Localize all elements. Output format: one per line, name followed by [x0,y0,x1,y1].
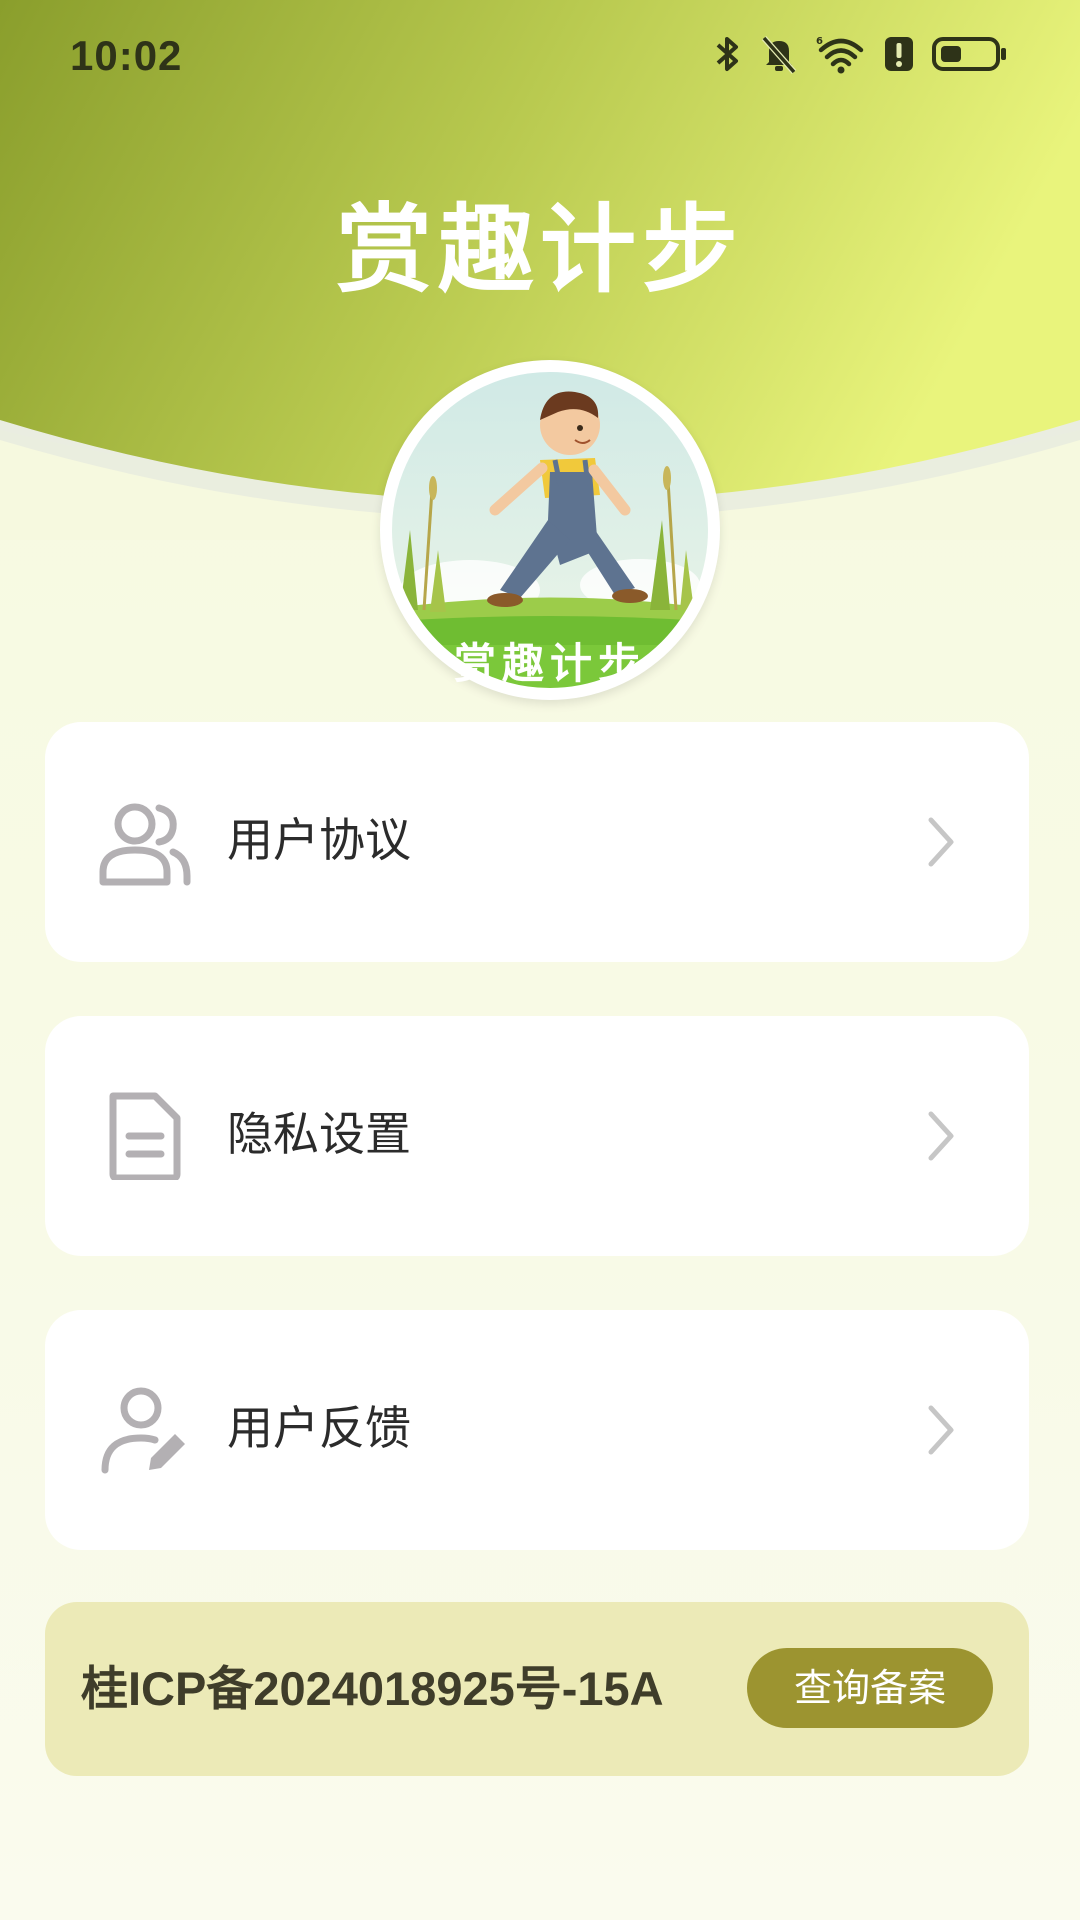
app-title: 赏趣计步 [336,194,744,306]
bluetooth-icon [716,37,738,71]
chevron-right-icon [928,1405,954,1455]
bell-muted-icon [761,36,797,74]
app-logo-avatar: 赏趣计步 [380,360,720,700]
users-icon [99,803,191,886]
icp-record-text: 桂ICP备2024018925号-15A [81,1662,664,1715]
menu-item-label: 隐私设置 [227,1107,411,1161]
query-record-button[interactable]: 查询备案 [747,1648,993,1728]
menu-item-user-feedback[interactable]: 用户反馈 [45,1310,1029,1550]
alert-icon [885,37,913,71]
status-bar: 10:02 6 [0,0,1080,120]
status-icons: 6 [714,34,1008,74]
menu-item-user-agreement[interactable]: 用户协议 [45,722,1029,962]
icp-record-bar: 桂ICP备2024018925号-15A 查询备案 [45,1602,1029,1776]
menu-item-label: 用户反馈 [227,1401,411,1455]
chevron-right-icon [928,817,954,867]
document-icon [109,1092,181,1180]
status-time: 10:02 [70,32,183,79]
battery-icon [932,37,1006,71]
svg-text:6: 6 [816,36,823,47]
menu-item-label: 用户协议 [227,813,411,867]
user-edit-icon [101,1387,185,1474]
wifi-icon: 6 [816,36,864,74]
chevron-right-icon [928,1111,954,1161]
menu-item-privacy-settings[interactable]: 隐私设置 [45,1016,1029,1256]
